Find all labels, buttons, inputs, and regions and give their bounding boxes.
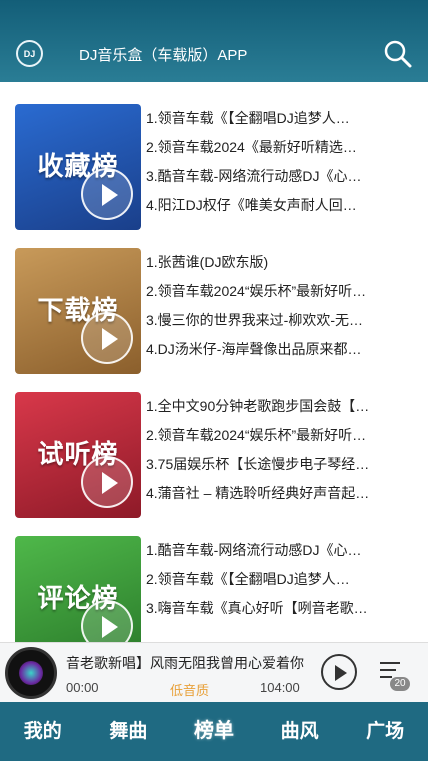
track-item[interactable]: 2.领音车载2024“娱乐杯”最新好听… [146,421,412,450]
chart-cover-download[interactable]: 下载榜 [15,248,141,374]
app-logo: DJ [16,40,43,67]
track-item[interactable]: 4.DJ汤米仔-海岸聲像出品原来都… [146,335,412,364]
track-item[interactable]: 2.领音车载2024“娱乐杯”最新好听… [146,277,412,306]
chart-list: 收藏榜 1.领音车载《【全翻唱DJ追梦人… 2.领音车载2024《最新好听精选…… [0,82,428,642]
tab-styles[interactable]: 曲风 [257,702,343,761]
track-item[interactable]: 1.全中文90分钟老歌跑步国会鼓【… [146,392,412,421]
track-item[interactable]: 2.领音车载《【全翻唱DJ追梦人… [146,565,412,594]
chart-cover-collect[interactable]: 收藏榜 [15,104,141,230]
audio-quality[interactable]: 低音质 [170,680,209,699]
chart-cover-listen[interactable]: 试听榜 [15,392,141,518]
play-icon[interactable] [81,168,133,220]
bottom-tab-bar: 我的 舞曲 榜单 曲风 广场 [0,702,428,761]
play-icon[interactable] [81,456,133,508]
search-icon[interactable] [383,39,413,69]
chart-row-listen[interactable]: 试听榜 1.全中文90分钟老歌跑步国会鼓【… 2.领音车载2024“娱乐杯”最新… [0,370,428,518]
album-art[interactable] [5,647,57,699]
track-item[interactable]: 3.嗨音车载《真心好听【咧音老歌… [146,594,412,623]
playlist-count-badge: 20 [390,677,410,691]
tab-plaza[interactable]: 广场 [342,702,428,761]
track-item[interactable]: 1.领音车载《【全翻唱DJ追梦人… [146,104,412,133]
app-title: DJ音乐盒（车载版）APP [79,47,248,64]
tab-charts[interactable]: 榜单 [171,702,257,761]
mini-player[interactable]: 音老歌新唱】风雨无阻我曾用心爱着你 00:00 低音质 104:00 20 [0,642,428,702]
track-item[interactable]: 4.阳江DJ权仔《唯美女声耐人回… [146,191,412,220]
chart-cover-comment[interactable]: 评论榜 [15,536,141,642]
track-list: 1.张茜谁(DJ欧东版) 2.领音车载2024“娱乐杯”最新好听… 3.慢三你的… [146,248,412,364]
track-list: 1.酷音车载-网络流行动感DJ《心… 2.领音车载《【全翻唱DJ追梦人… 3.嗨… [146,536,412,623]
chart-row-collect[interactable]: 收藏榜 1.领音车载《【全翻唱DJ追梦人… 2.领音车载2024《最新好听精选…… [0,82,428,230]
tab-dance[interactable]: 舞曲 [86,702,172,761]
play-icon[interactable] [81,312,133,364]
chart-row-comment[interactable]: 评论榜 1.酷音车载-网络流行动感DJ《心… 2.领音车载《【全翻唱DJ追梦人…… [0,514,428,642]
track-item[interactable]: 2.领音车载2024《最新好听精选… [146,133,412,162]
app-header: DJ DJ音乐盒（车载版）APP [0,0,428,82]
play-pause-button[interactable] [321,654,357,690]
chart-row-download[interactable]: 下载榜 1.张茜谁(DJ欧东版) 2.领音车载2024“娱乐杯”最新好听… 3.… [0,226,428,374]
track-list: 1.全中文90分钟老歌跑步国会鼓【… 2.领音车载2024“娱乐杯”最新好听… … [146,392,412,508]
track-item[interactable]: 1.张茜谁(DJ欧东版) [146,248,412,277]
track-item[interactable]: 1.酷音车载-网络流行动感DJ《心… [146,536,412,565]
track-item[interactable]: 3.75届娱乐杯【长途慢步电子琴经… [146,450,412,479]
tab-mine[interactable]: 我的 [0,702,86,761]
track-item[interactable]: 3.慢三你的世界我来过-柳欢欢-无… [146,306,412,335]
track-list: 1.领音车载《【全翻唱DJ追梦人… 2.领音车载2024《最新好听精选… 3.酷… [146,104,412,220]
track-item[interactable]: 3.酷音车载-网络流行动感DJ《心… [146,162,412,191]
track-item[interactable]: 4.蒲音社 – 精选聆听经典好声音起… [146,479,412,508]
now-playing-title: 音老歌新唱】风雨无阻我曾用心爱着你 [66,655,304,671]
total-time: 104:00 [260,680,300,695]
current-time: 00:00 [66,680,99,695]
